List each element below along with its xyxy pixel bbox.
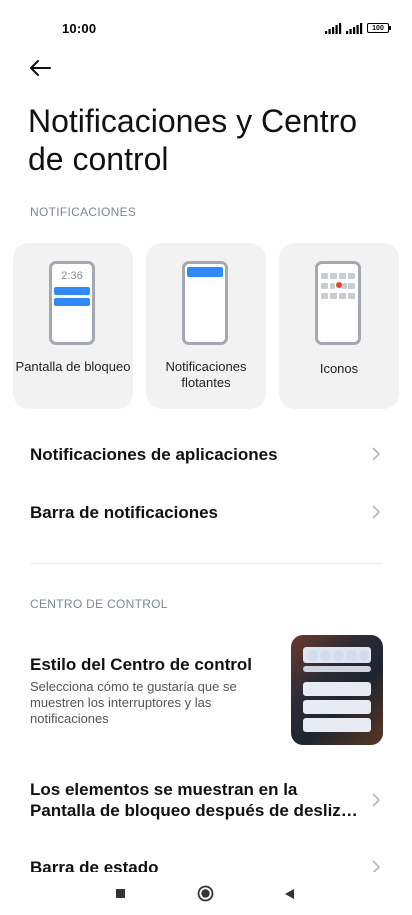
status-time: 10:00 xyxy=(62,21,97,36)
row-app-notifications[interactable]: Notificaciones de aplicaciones xyxy=(0,436,412,474)
notification-card-shape xyxy=(303,700,371,714)
row-notification-bar[interactable]: Barra de notificaciones xyxy=(0,494,412,532)
square-recents-icon[interactable] xyxy=(115,888,126,899)
notification-card-shape xyxy=(303,682,371,696)
section-divider xyxy=(30,563,382,564)
page-title: Notificaciones y Centro de control xyxy=(28,103,358,177)
back-arrow-icon[interactable] xyxy=(26,56,54,80)
row-title: Estilo del Centro de control xyxy=(30,655,252,674)
floating-notification-preview-icon xyxy=(182,261,228,345)
signal-strength-icon xyxy=(325,23,342,34)
control-center-style-preview xyxy=(291,635,383,745)
battery-level: 100 xyxy=(372,25,384,32)
section-label-notifications: NOTIFICACIONES xyxy=(30,205,137,219)
card-icons[interactable]: Iconos xyxy=(279,243,399,409)
icon-badges-preview-icon xyxy=(315,261,361,345)
status-bar: 10:00 100 xyxy=(0,0,412,58)
battery-icon: 100 xyxy=(367,23,391,33)
notification-bar-shape xyxy=(187,267,223,277)
card-label: Iconos xyxy=(319,361,359,376)
notification-bar-shape xyxy=(54,287,90,295)
circle-home-icon[interactable] xyxy=(197,885,214,902)
row-title: Los elementos se muestran en la Pantalla… xyxy=(30,780,358,820)
triangle-back-icon[interactable] xyxy=(284,888,295,900)
signal-strength-icon xyxy=(346,23,363,34)
notification-bar-shape xyxy=(54,298,90,306)
lock-screen-preview-icon: 2:36 xyxy=(49,261,95,345)
notification-card-shape xyxy=(303,718,371,732)
card-label: Pantalla de bloqueo xyxy=(15,359,131,374)
chevron-right-icon xyxy=(372,505,380,519)
card-label: Notificaciones flotantes xyxy=(165,359,247,390)
section-label-control-center: CENTRO DE CONTROL xyxy=(30,597,168,611)
preview-time: 2:36 xyxy=(61,270,83,282)
card-lock-screen[interactable]: 2:36 Pantalla de bloqueo xyxy=(13,243,133,409)
system-navigation-bar xyxy=(0,875,412,915)
row-title: Notificaciones de aplicaciones xyxy=(30,445,278,464)
chevron-right-icon xyxy=(372,447,380,461)
row-description: Selecciona cómo te gustaría que se muest… xyxy=(30,679,237,726)
row-title: Barra de notificaciones xyxy=(30,503,219,522)
card-floating-notifications[interactable]: Notificaciones flotantes xyxy=(146,243,266,409)
chevron-right-icon xyxy=(372,793,380,807)
